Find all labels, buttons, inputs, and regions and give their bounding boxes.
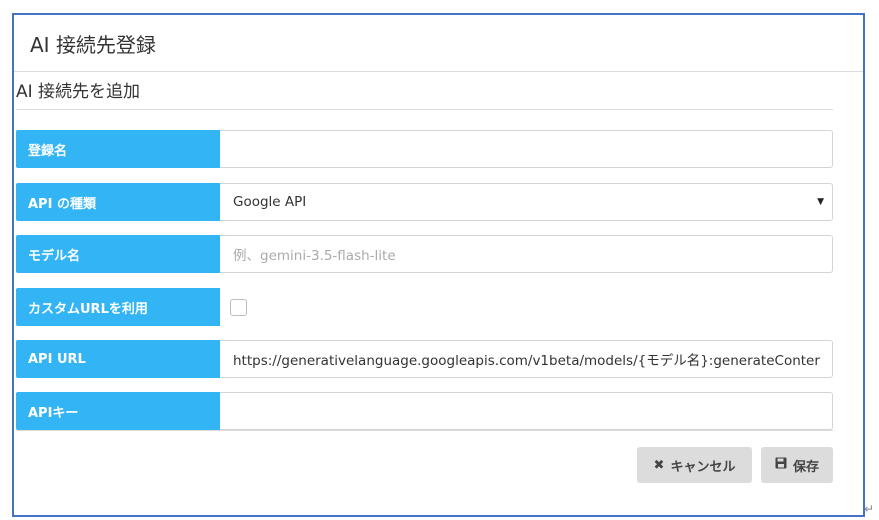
api-key-label: APIキー: [16, 392, 220, 430]
close-icon: ✖: [653, 457, 665, 473]
section-heading: AI 接続先を追加: [16, 77, 833, 110]
cancel-button[interactable]: ✖ キャンセル: [637, 447, 752, 483]
form-row-api-type: API の種類 Google API ▼: [16, 183, 833, 221]
footer-divider: [16, 430, 833, 431]
model-name-input[interactable]: 例、gemini-3.5-flash-lite: [220, 235, 833, 273]
form-row-custom-url: カスタムURLを利用: [16, 288, 833, 326]
form-row-model-name: モデル名 例、gemini-3.5-flash-lite: [16, 235, 833, 273]
custom-url-checkbox[interactable]: [230, 298, 247, 316]
api-key-input[interactable]: [220, 392, 833, 430]
form-row-api-url: API URL https://generativelanguage.googl…: [16, 340, 833, 378]
cancel-button-label: キャンセル: [670, 459, 736, 475]
save-button-label: 保存: [792, 459, 819, 475]
caret-down-icon: ▼: [817, 197, 824, 207]
floppy-disk-icon: [775, 457, 787, 473]
registration-name-label: 登録名: [16, 130, 220, 168]
api-url-input[interactable]: https://generativelanguage.googleapis.co…: [220, 340, 833, 378]
save-button[interactable]: 保存: [761, 447, 833, 483]
dialog-header: AI 接続先登録: [14, 15, 863, 72]
custom-url-field: [220, 288, 833, 326]
api-type-label: API の種類: [16, 183, 220, 221]
api-url-label: API URL: [16, 340, 220, 378]
dialog-title: AI 接続先登録: [30, 32, 156, 57]
registration-name-input[interactable]: [220, 130, 833, 168]
return-icon: ↵: [864, 502, 875, 516]
model-name-label: モデル名: [16, 235, 220, 273]
custom-url-label: カスタムURLを利用: [16, 288, 220, 326]
form-row-registration-name: 登録名: [16, 130, 833, 168]
form-row-api-key: APIキー: [16, 392, 833, 430]
api-type-selected-value: Google API: [233, 194, 307, 210]
api-type-select[interactable]: Google API ▼: [220, 183, 833, 221]
model-name-placeholder: 例、gemini-3.5-flash-lite: [233, 248, 396, 264]
